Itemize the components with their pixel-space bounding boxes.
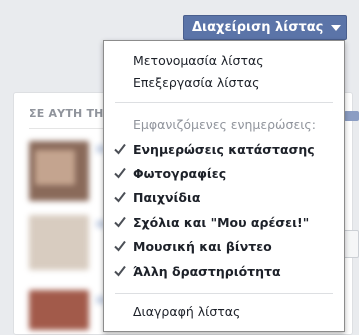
updates-header: Εμφανιζόμενες ενημερώσεις:: [133, 117, 316, 132]
blurred-photo: [35, 150, 75, 185]
menu-item-label: Παιχνίδια: [133, 189, 201, 205]
menu-item-label: Μετονομασία λίστας: [133, 52, 264, 68]
manage-list-button[interactable]: Διαχείριση λίστας: [183, 15, 347, 40]
blurred-photo: [29, 215, 89, 270]
menu-item-label: Ενημερώσεις κατάστασης: [133, 141, 315, 157]
section-title: ΣΕ ΑΥΤΗ ΤΗ: [29, 107, 104, 120]
checkmark-icon: [114, 143, 126, 155]
menu-item-photos[interactable]: Φωτογραφίες: [104, 162, 344, 184]
menu-item-label: Επεξεργασία λίστας: [133, 74, 260, 90]
checkmark-icon: [114, 216, 126, 228]
blurred-photo: [29, 290, 89, 330]
caret-down-icon: [331, 24, 342, 31]
menu-item-label: Διαγραφή λίστας: [133, 303, 241, 319]
menu-item-label: Φωτογραφίες: [133, 165, 227, 181]
menu-item-music-video[interactable]: Μουσική και βίντεο: [104, 235, 344, 257]
checkmark-icon: [114, 265, 126, 277]
menu-item-rename-list[interactable]: Μετονομασία λίστας: [104, 49, 344, 71]
menu-item-label: Άλλη δραστηριότητα: [133, 263, 281, 279]
manage-list-label: Διαχείριση λίστας: [192, 20, 324, 35]
menu-item-status-updates[interactable]: Ενημερώσεις κατάστασης: [104, 138, 344, 160]
blurred-link: [344, 111, 359, 121]
checkmark-icon: [114, 167, 126, 179]
menu-separator: [115, 102, 333, 103]
menu-item-delete-list[interactable]: Διαγραφή λίστας: [104, 300, 344, 322]
menu-item-other-activity[interactable]: Άλλη δραστηριότητα: [104, 260, 344, 282]
menu-separator: [115, 293, 333, 294]
menu-item-comments-likes[interactable]: Σχόλια και "Μου αρέσει!": [104, 211, 344, 233]
menu-item-games[interactable]: Παιχνίδια: [104, 186, 344, 208]
checkmark-icon: [114, 240, 126, 252]
menu-item-edit-list[interactable]: Επεξεργασία λίστας: [104, 71, 344, 93]
checkmark-icon: [114, 191, 126, 203]
menu-item-label: Σχόλια και "Μου αρέσει!": [133, 214, 310, 230]
menu-item-label: Μουσική και βίντεο: [133, 238, 272, 254]
manage-list-menu: Μετονομασία λίστας Επεξεργασία λίστας Εμ…: [103, 40, 345, 332]
